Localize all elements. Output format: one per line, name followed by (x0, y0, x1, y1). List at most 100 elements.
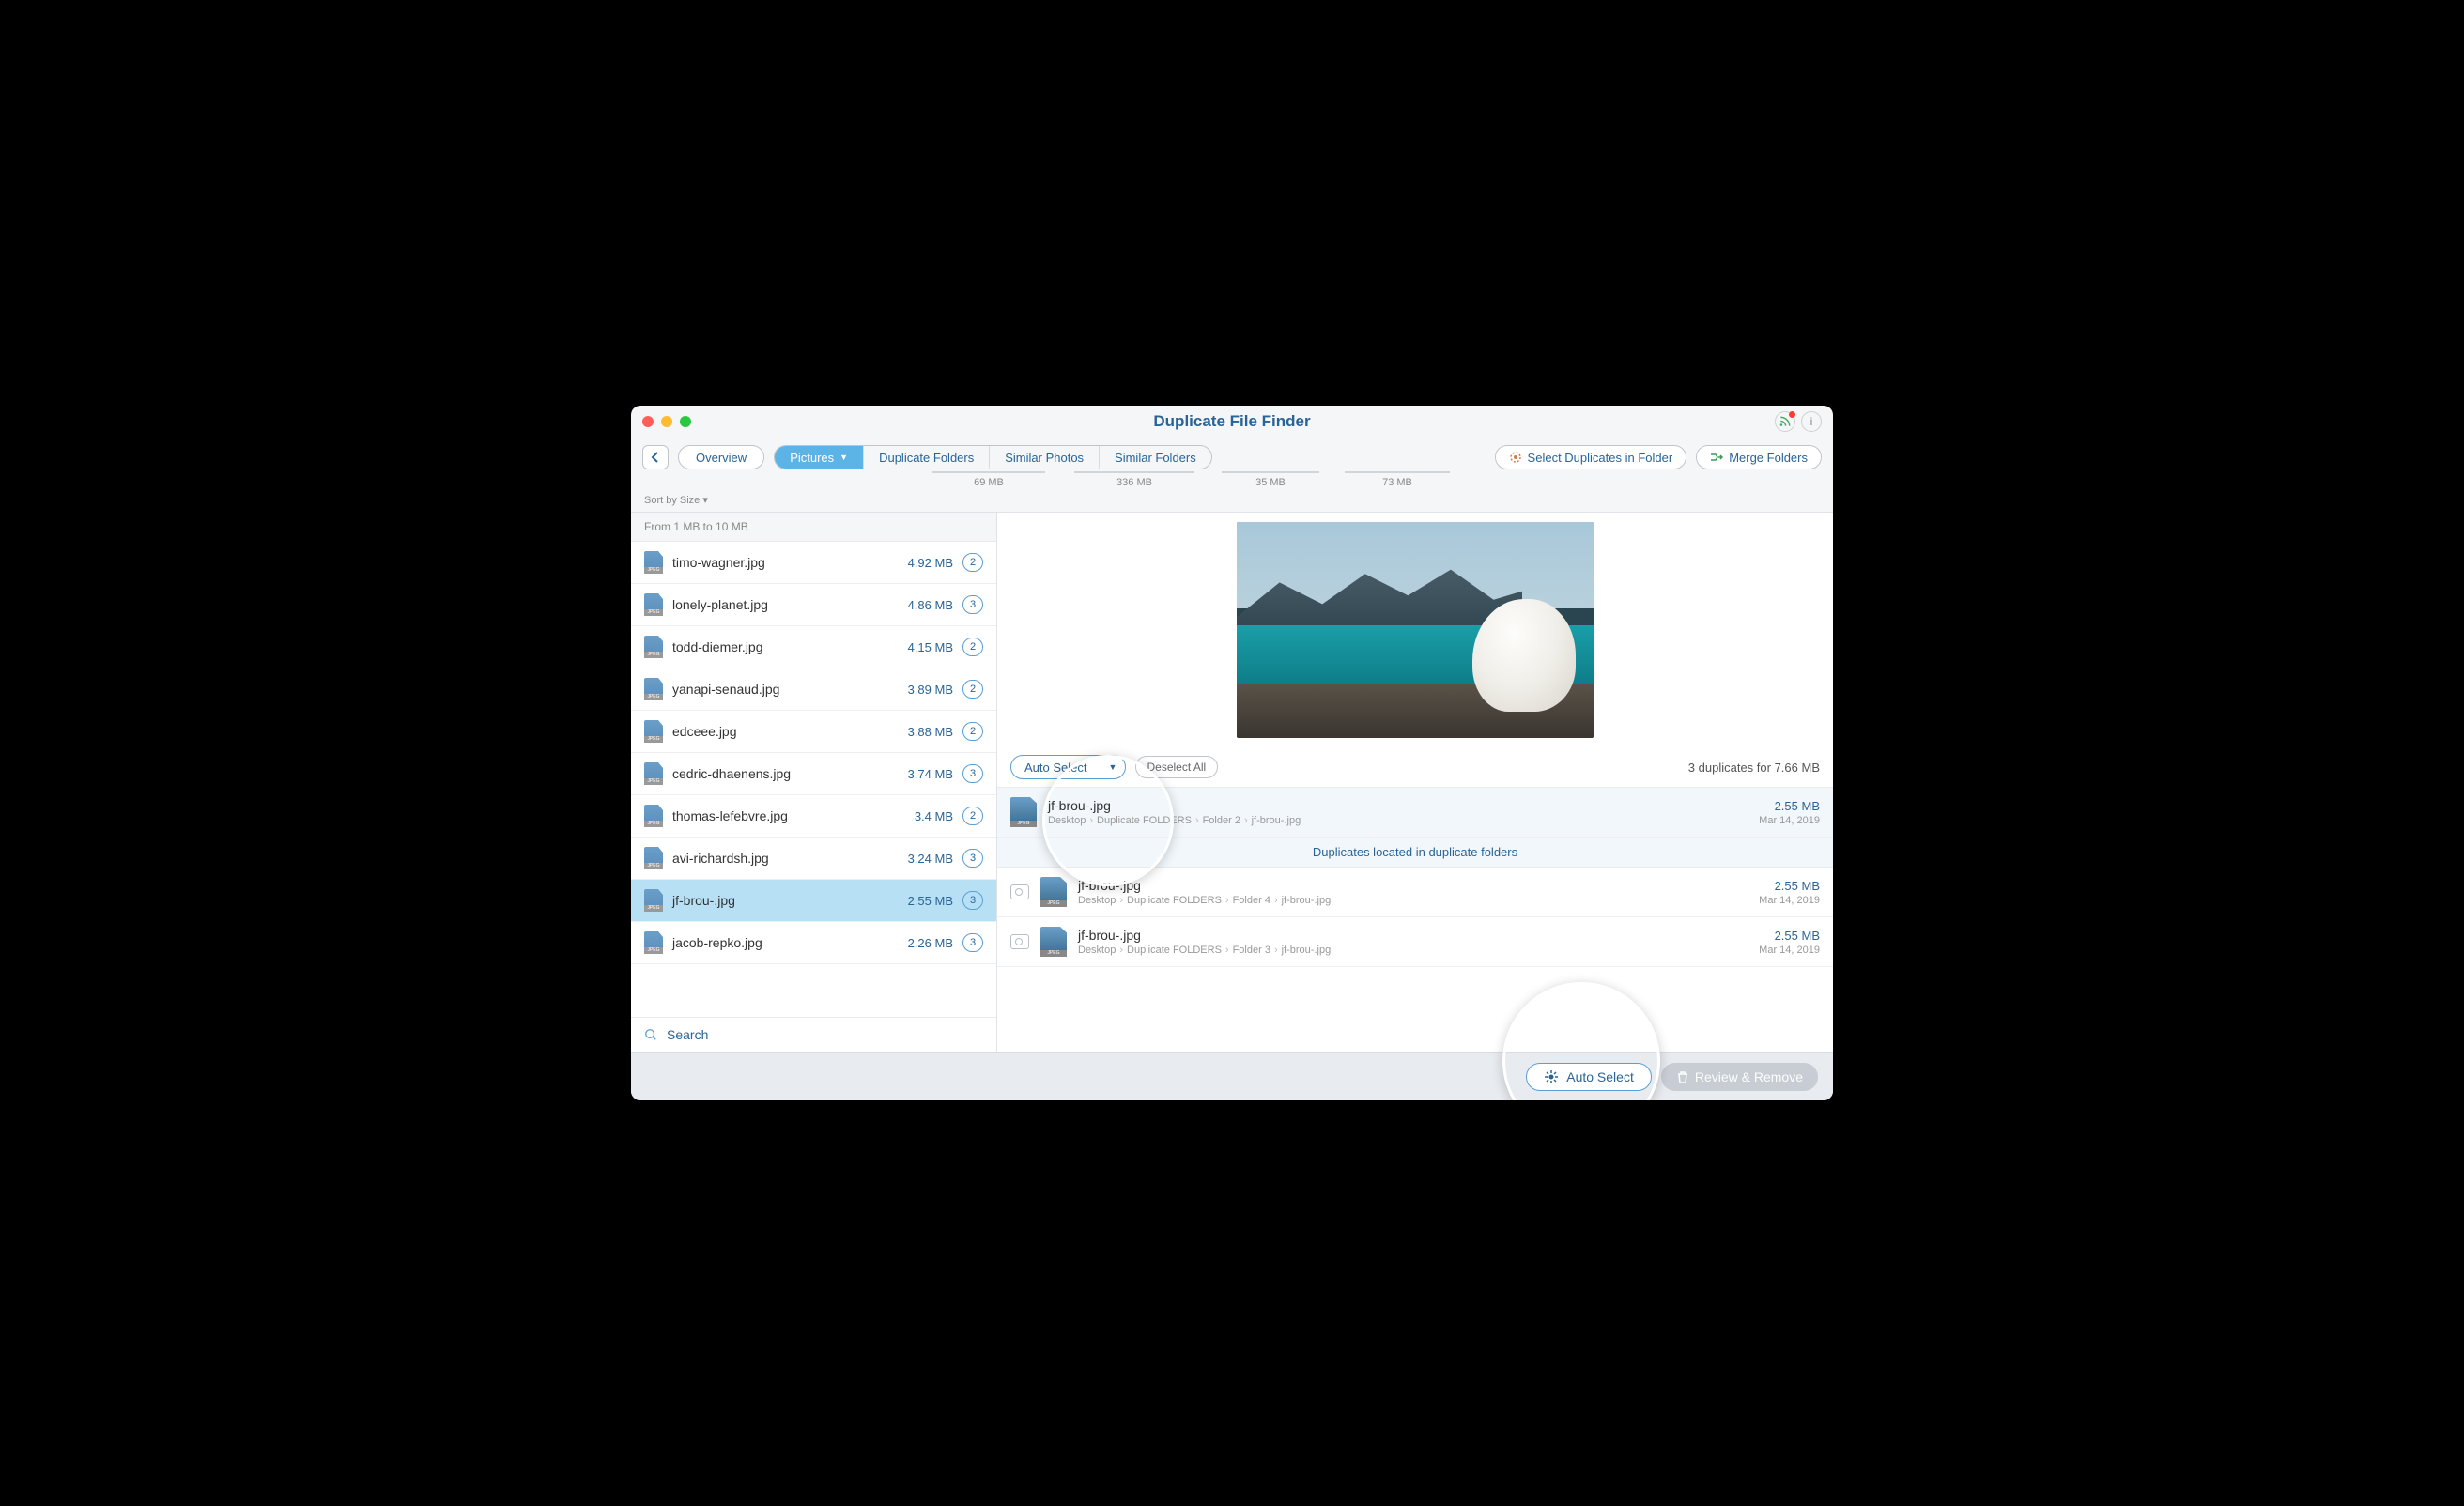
file-size: 3.24 MB (908, 852, 953, 866)
dup-file-path: Desktop›Duplicate FOLDERS›Folder 3›jf-br… (1078, 945, 1748, 956)
file-size: 2.26 MB (908, 936, 953, 950)
category-tabs: Pictures▼ Duplicate Folders Similar Phot… (774, 445, 1212, 469)
duplicate-list: jf-brou-.jpg Desktop›Duplicate FOLDERS›Fo… (997, 788, 1833, 1052)
file-row[interactable]: yanapi-senaud.jpg 3.89 MB 2 (631, 668, 996, 711)
tab-size-bar: 69 MB 336 MB 35 MB 73 MB (631, 477, 1833, 492)
jpeg-icon (644, 931, 663, 954)
jpeg-icon (644, 593, 663, 616)
file-name: jf-brou-.jpg (672, 893, 899, 908)
jpeg-icon (644, 847, 663, 869)
dup-file-path: Desktop›Duplicate FOLDERS›Folder 2›jf-br… (1048, 815, 1748, 826)
activity-icon[interactable] (1775, 411, 1795, 432)
app-title: Duplicate File Finder (1153, 412, 1310, 431)
review-remove-button[interactable]: Review & Remove (1661, 1063, 1818, 1091)
file-size: 4.15 MB (908, 640, 953, 654)
detail-pane: Auto Select ▼ Deselect All 3 duplicates … (997, 513, 1833, 1052)
file-row[interactable]: timo-wagner.jpg 4.92 MB 2 (631, 542, 996, 584)
sort-label[interactable]: Sort by Size ▾ (631, 492, 1833, 512)
duplicate-count: 2 (962, 722, 983, 741)
file-thumb-icon (1040, 927, 1067, 957)
duplicate-count: 3 (962, 595, 983, 614)
duplicate-count: 2 (962, 638, 983, 656)
jpeg-icon (644, 889, 663, 912)
duplicate-folder-banner: Duplicates located in duplicate folders (997, 838, 1833, 868)
file-size: 3.88 MB (908, 725, 953, 739)
file-size: 4.86 MB (908, 598, 953, 612)
dup-file-date: Mar 14, 2019 (1759, 895, 1820, 906)
file-row[interactable]: thomas-lefebvre.jpg3.4 MB2 (631, 795, 996, 838)
file-size: 3.74 MB (908, 767, 953, 781)
file-name: timo-wagner.jpg (672, 555, 899, 570)
jpeg-icon (644, 551, 663, 574)
jpeg-icon (644, 720, 663, 743)
duplicate-row[interactable]: jf-brou-.jpg Desktop›Duplicate FOLDERS›Fo… (997, 868, 1833, 917)
file-row[interactable]: avi-richardsh.jpg 3.24 MB 3 (631, 838, 996, 880)
back-button[interactable] (642, 445, 669, 469)
info-icon[interactable]: i (1801, 411, 1822, 432)
footer-auto-select-button[interactable]: Auto Select (1526, 1063, 1652, 1091)
dup-file-size: 2.55 MB (1759, 929, 1820, 943)
jpeg-icon (644, 678, 663, 700)
tab-similar-folders[interactable]: Similar Folders (1100, 446, 1211, 469)
file-name: lonely-planet.jpg (672, 597, 899, 612)
app-window: Duplicate File Finder i Overview Picture… (631, 406, 1833, 1100)
file-name: jacob-repko.jpg (672, 935, 899, 950)
file-list[interactable]: timo-wagner.jpg 4.92 MB 2 lonely-planet.jpg… (631, 542, 996, 1017)
merge-folders-button[interactable]: Merge Folders (1696, 445, 1822, 469)
file-row[interactable]: jf-brou-.jpg 2.55 MB 3 (631, 880, 996, 922)
jpeg-icon (644, 636, 663, 658)
select-duplicates-button[interactable]: Select Duplicates in Folder (1495, 445, 1687, 469)
file-row[interactable]: cedric-dhaenens.jpg 3.74 MB 3 (631, 753, 996, 795)
file-size: 2.55 MB (908, 894, 953, 908)
file-name: todd-diemer.jpg (672, 639, 899, 654)
dup-file-date: Mar 14, 2019 (1759, 945, 1820, 956)
file-size: 4.92 MB (908, 556, 953, 570)
chevron-down-icon[interactable]: ▼ (1101, 756, 1125, 778)
dup-file-date: Mar 14, 2019 (1759, 815, 1820, 826)
file-row[interactable]: lonely-planet.jpg 4.86 MB 3 (631, 584, 996, 626)
duplicate-count: 2 (962, 680, 983, 699)
duplicate-summary: 3 duplicates for 7.66 MB (1688, 761, 1820, 775)
reveal-icon[interactable] (1010, 934, 1029, 949)
file-thumb-icon (1040, 877, 1067, 907)
file-row[interactable]: edceee.jpg3.88 MB2 (631, 711, 996, 753)
file-size: 3.4 MB (915, 809, 953, 823)
search-input[interactable]: Search (631, 1017, 996, 1052)
dup-file-name: jf-brou-.jpg (1078, 928, 1748, 943)
dup-file-size: 2.55 MB (1759, 799, 1820, 813)
duplicate-count: 2 (962, 553, 983, 572)
dup-file-path: Desktop›Duplicate FOLDERS›Folder 4›jf-br… (1078, 895, 1748, 906)
reveal-icon[interactable] (1010, 884, 1029, 899)
duplicate-count: 3 (962, 764, 983, 783)
file-name: avi-richardsh.jpg (672, 851, 899, 866)
auto-select-button[interactable]: Auto Select ▼ (1010, 755, 1126, 779)
tab-pictures[interactable]: Pictures▼ (775, 446, 864, 469)
file-thumb-icon (1010, 797, 1037, 827)
minimize-icon[interactable] (661, 416, 672, 427)
zoom-icon[interactable] (680, 416, 691, 427)
overview-button[interactable]: Overview (678, 445, 764, 469)
sidebar: From 1 MB to 10 MB timo-wagner.jpg 4.92 M… (631, 513, 997, 1052)
deselect-all-button[interactable]: Deselect All (1135, 756, 1219, 778)
duplicate-count: 3 (962, 933, 983, 952)
file-name: thomas-lefebvre.jpg (672, 808, 905, 823)
tab-duplicate-folders[interactable]: Duplicate Folders (864, 446, 990, 469)
duplicate-count: 3 (962, 849, 983, 868)
duplicate-count: 3 (962, 891, 983, 910)
titlebar: Duplicate File Finder i (631, 406, 1833, 438)
dup-file-name: jf-brou-.jpg (1078, 878, 1748, 893)
dup-file-size: 2.55 MB (1759, 879, 1820, 893)
file-row[interactable]: jacob-repko.jpg 2.26 MB 3 (631, 922, 996, 964)
tab-similar-photos[interactable]: Similar Photos (990, 446, 1100, 469)
duplicate-row[interactable]: jf-brou-.jpg Desktop›Duplicate FOLDERS›Fo… (997, 917, 1833, 967)
size-group-header: From 1 MB to 10 MB (631, 513, 996, 542)
duplicate-row[interactable]: jf-brou-.jpg Desktop›Duplicate FOLDERS›Fo… (997, 788, 1833, 838)
file-size: 3.89 MB (908, 683, 953, 697)
file-row[interactable]: todd-diemer.jpg 4.15 MB 2 (631, 626, 996, 668)
file-name: yanapi-senaud.jpg (672, 682, 899, 697)
file-name: cedric-dhaenens.jpg (672, 766, 899, 781)
dup-file-name: jf-brou-.jpg (1048, 798, 1748, 813)
close-icon[interactable] (642, 416, 654, 427)
jpeg-icon (644, 762, 663, 785)
footer: Auto Select Review & Remove (631, 1052, 1833, 1100)
